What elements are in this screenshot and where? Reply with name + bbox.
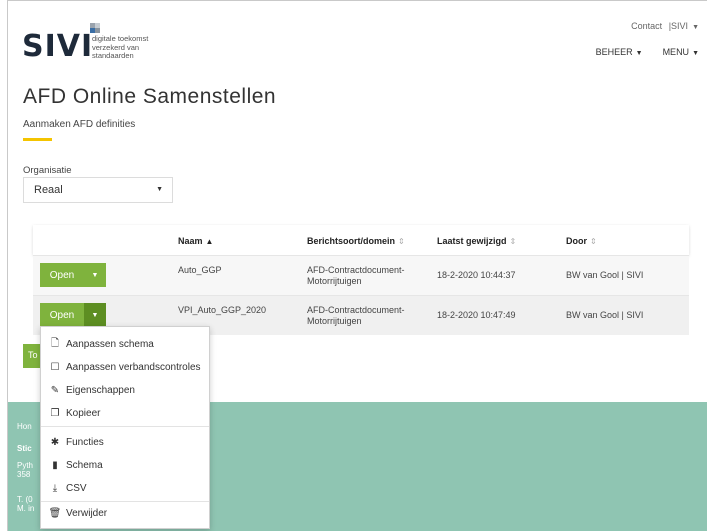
menu-item-verwijder[interactable]: 🗑 Verwijder xyxy=(48,505,108,521)
menu-divider xyxy=(41,501,209,502)
sivi-logo[interactable]: SIVI digitale toekomst verzekerd van sta… xyxy=(22,23,172,63)
open-button-label[interactable]: Open xyxy=(40,263,84,287)
chevron-down-icon[interactable]: ▼ xyxy=(84,303,106,327)
footer-email: M. in xyxy=(17,504,35,513)
main-nav: BEHEER ▼ MENU ▼ xyxy=(596,47,699,57)
footer-postcode: 358 xyxy=(17,470,31,479)
cell-laatst-gewijzigd: 18-2-2020 10:47:49 xyxy=(437,310,516,320)
sort-icon: ⇕ xyxy=(509,237,517,246)
beheer-menu[interactable]: BEHEER ▼ xyxy=(596,47,643,57)
edit-icon: ✎ xyxy=(50,384,60,396)
organisatie-value: Reaal xyxy=(34,184,63,196)
chevron-down-icon: ▼ xyxy=(635,50,643,57)
sort-asc-icon: ▲ xyxy=(205,237,214,246)
open-actions-menu: 🗋 Aanpassen schema ☐ Aanpassen verbandscon… xyxy=(40,326,210,529)
chevron-down-icon[interactable]: ▼ xyxy=(84,263,106,287)
copy-icon: ❐ xyxy=(50,407,60,419)
cell-berichtsoort: AFD-Contractdocument- Motorrijtuigen xyxy=(307,265,405,286)
cell-laatst-gewijzigd: 18-2-2020 10:44:37 xyxy=(437,270,516,280)
menu-menu[interactable]: MENU ▼ xyxy=(663,47,699,57)
open-button: Open ▼ xyxy=(40,303,106,327)
header-berichtsoort[interactable]: Berichtsoort/domein ⇕ xyxy=(307,236,405,246)
menu-item-aanpassen-schema[interactable]: 🗋 Aanpassen schema xyxy=(48,336,154,352)
logo-wordmark: SIVI xyxy=(22,29,94,64)
chevron-down-icon: ▼ xyxy=(692,24,699,31)
logo-tagline: digitale toekomst verzekerd van standaar… xyxy=(92,34,149,60)
header-laatst-gewijzigd[interactable]: Laatst gewijzigd ⇕ xyxy=(437,236,516,246)
definitions-table: Naam ▲ Berichtsoort/domein ⇕ Laatst gewijz… xyxy=(33,225,689,335)
chevron-down-icon: ▼ xyxy=(692,50,699,57)
footer-org-name: Stic xyxy=(17,444,32,453)
cell-door: BW van Gool | SIVI xyxy=(566,270,644,280)
sort-icon: ⇕ xyxy=(590,237,597,246)
footer-phone: T. (0 xyxy=(17,495,33,504)
app-window: SIVI digitale toekomst verzekerd van sta… xyxy=(7,0,707,531)
page-title: AFD Online Samenstellen xyxy=(23,85,277,108)
table-row: Open ▼ Auto_GGP AFD-Contractdocument- Mot… xyxy=(33,255,689,295)
trash-icon: 🗑 xyxy=(48,507,62,519)
menu-item-functies[interactable]: ✱ Functies xyxy=(48,434,104,450)
gear-icon: ✱ xyxy=(50,436,60,448)
sort-icon: ⇕ xyxy=(398,237,405,246)
menu-item-kopieer[interactable]: ❐ Kopieer xyxy=(48,405,101,421)
user-menu[interactable]: SIVI ▼ xyxy=(671,21,699,31)
table-header: Naam ▲ Berichtsoort/domein ⇕ Laatst gewijz… xyxy=(33,225,689,255)
contact-link[interactable]: Contact xyxy=(631,21,662,31)
square-icon: ☐ xyxy=(50,361,60,373)
cell-berichtsoort: AFD-Contractdocument- Motorrijtuigen xyxy=(307,305,405,326)
cell-door: BW van Gool | SIVI xyxy=(566,310,644,320)
open-button-label[interactable]: Open xyxy=(40,303,84,327)
header-naam[interactable]: Naam ▲ xyxy=(178,236,213,246)
title-accent-bar xyxy=(23,138,52,141)
menu-divider xyxy=(41,426,209,427)
footer-link[interactable]: Hon xyxy=(17,422,32,431)
organisatie-label: Organisatie xyxy=(23,165,72,176)
top-nav: Contact |SIVI ▼ xyxy=(627,21,699,31)
menu-item-schema[interactable]: ▮ Schema xyxy=(48,457,102,473)
menu-item-csv[interactable]: ⤓ CSV xyxy=(48,480,87,496)
file-icon: 🗋 xyxy=(50,337,60,349)
menu-item-eigenschappen[interactable]: ✎ Eigenschappen xyxy=(48,382,135,398)
document-icon: ▮ xyxy=(52,459,58,471)
cell-naam: VPI_Auto_GGP_2020 xyxy=(178,305,267,315)
organisatie-select[interactable]: Reaal ▼ xyxy=(23,177,173,203)
page-subtitle: Aanmaken AFD definities xyxy=(23,119,136,130)
footer-address: Pyth xyxy=(17,461,34,470)
menu-item-aanpassen-verbandscontroles[interactable]: ☐ Aanpassen verbandscontroles xyxy=(48,359,201,375)
chevron-down-icon: ▼ xyxy=(156,186,163,193)
header-door[interactable]: Door ⇕ xyxy=(566,236,597,246)
cell-naam: Auto_GGP xyxy=(178,265,222,275)
open-button: Open ▼ xyxy=(40,263,106,287)
download-icon: ⤓ xyxy=(52,482,58,494)
